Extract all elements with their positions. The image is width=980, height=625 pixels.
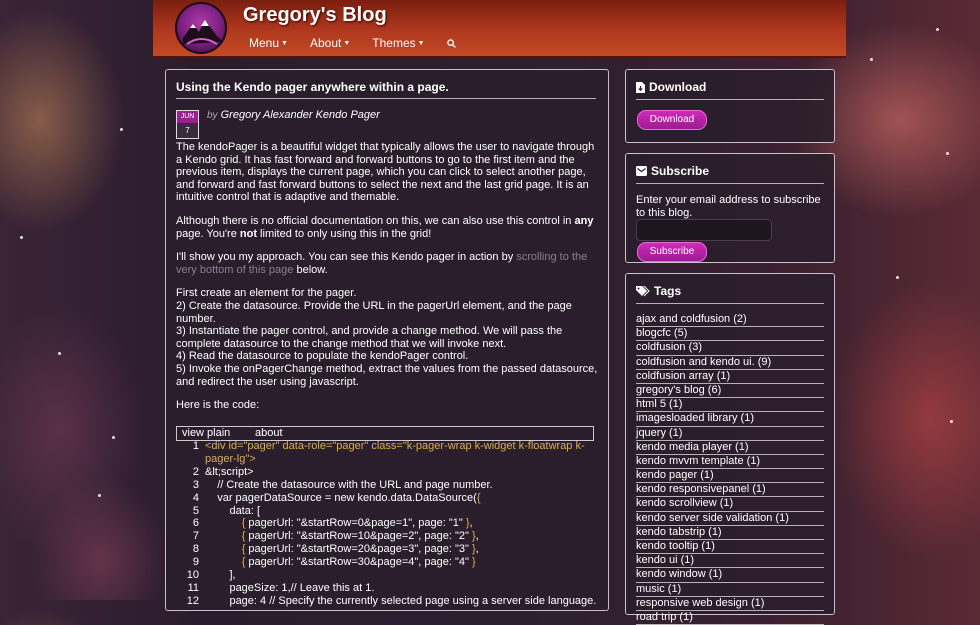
file-download-icon — [636, 81, 645, 93]
code-line: 3 // Create the datasource with the URL … — [192, 478, 493, 491]
nav-themes-label: Themes — [372, 36, 416, 50]
tags-icon — [636, 285, 650, 296]
download-panel: Download Download — [625, 69, 835, 143]
code-intro: Here is the code: — [176, 399, 260, 412]
caret-down-icon: ▼ — [281, 39, 288, 47]
nav-about[interactable]: About ▼ — [310, 36, 350, 50]
code-line: 9 { pagerUrl: "&startRow=30&page=4", pag… — [192, 556, 476, 569]
post-panel: Using the Kendo pager anywhere within a … — [165, 69, 609, 611]
tag-link[interactable]: kendo mvvm template (1) — [636, 455, 824, 470]
tag-link[interactable]: kendo ui (1) — [636, 554, 824, 569]
tag-link[interactable]: html 5 (1) — [636, 398, 824, 413]
download-button[interactable]: Download — [637, 110, 707, 130]
caret-down-icon: ▼ — [343, 39, 351, 47]
tag-link[interactable]: coldfusion array (1) — [636, 370, 824, 384]
tags-heading: Tags — [636, 284, 681, 298]
subscribe-button[interactable]: Subscribe — [637, 242, 707, 262]
search-icon — [446, 38, 456, 48]
post-date: JUN 7 — [176, 110, 199, 139]
paragraph-approach: I'll show you my approach. You can see t… — [176, 251, 588, 276]
code-line: 12 page: 4 // Specify the currently sele… — [186, 594, 597, 607]
blog-title[interactable]: Gregory's Blog — [243, 4, 387, 27]
tag-link[interactable]: responsive web design (1) — [636, 597, 824, 611]
subscribe-text: Enter your email address to subscribe to… — [636, 194, 821, 219]
step-3: 3) Instantiate the pager control, and pr… — [176, 325, 563, 350]
download-divider — [636, 99, 824, 100]
post-content: The kendoPager is a beautiful widget tha… — [176, 141, 598, 423]
tag-link[interactable]: road trip (1) — [636, 611, 824, 625]
post-title: Using the Kendo pager anywhere within a … — [176, 80, 449, 94]
blog-logo[interactable] — [175, 2, 227, 54]
tag-link[interactable]: kendo scrollview (1) — [636, 497, 824, 512]
download-heading: Download — [636, 80, 706, 94]
subscribe-divider — [636, 183, 824, 184]
nav-menu[interactable]: Menu ▼ — [249, 36, 288, 50]
tag-link[interactable]: kendo server side validation (1) — [636, 512, 824, 526]
post-byline: by Gregory Alexander Kendo Pager — [207, 109, 380, 121]
view-plain-link[interactable]: view plain — [182, 427, 230, 440]
main-nav: Menu ▼ About ▼ Themes ▼ — [249, 36, 456, 50]
tag-link[interactable]: coldfusion and kendo ui. (9) — [636, 356, 824, 370]
tag-link[interactable]: ajax and coldfusion (2) — [636, 313, 824, 328]
code-line: 6 { pagerUrl: "&startRow=0&page=1", page… — [192, 517, 473, 530]
tag-link[interactable]: music (1) — [636, 583, 824, 597]
post-date-day: 7 — [177, 123, 198, 138]
byline-prefix: by — [207, 110, 218, 121]
steps-list: First create an element for the pager. 2… — [176, 287, 598, 388]
code-line: 1 <div id="pager" data-role="pager" class… — [192, 440, 585, 465]
step-1: First create an element for the pager. — [176, 287, 357, 300]
tag-link[interactable]: kendo tooltip (1) — [636, 540, 824, 555]
tag-link[interactable]: imagesloaded library (1) — [636, 412, 824, 427]
tag-link[interactable]: coldfusion (3) — [636, 341, 824, 356]
step-5: 5) Invoke the onPagerChange method, extr… — [176, 362, 598, 388]
tags-panel: Tags ajax and coldfusion (2) blogcfc (5)… — [625, 273, 835, 625]
email-field[interactable] — [636, 219, 772, 241]
paragraph-intro: The kendoPager is a beautiful widget tha… — [176, 141, 595, 204]
post-date-month: JUN — [177, 111, 198, 123]
subscribe-heading: Subscribe — [636, 164, 709, 178]
tag-list: ajax and coldfusion (2) blogcfc (5) cold… — [636, 313, 824, 625]
code-line: 4 var pagerDataSource = new kendo.data.D… — [192, 491, 481, 504]
code-line: 7 { pagerUrl: "&startRow=10&page=2", pag… — [192, 530, 479, 543]
nav-about-label: About — [309, 36, 342, 50]
code-line: 8 { pagerUrl: "&startRow=20&page=3", pag… — [192, 543, 479, 556]
step-2: 2) Create the datasource. Provide the UR… — [176, 299, 572, 325]
code-line: 10 ], — [186, 569, 236, 582]
byline-author[interactable]: Gregory Alexander Kendo Pager — [221, 109, 380, 121]
envelope-icon — [636, 166, 647, 176]
title-divider — [176, 98, 596, 99]
tag-link[interactable]: gregory's blog (6) — [636, 384, 824, 399]
nav-menu-label: Menu — [249, 36, 280, 50]
tag-link[interactable]: kendo responsivepanel (1) — [636, 483, 824, 498]
code-line: 11 pageSize: 1,// Leave this at 1. — [187, 581, 375, 594]
tag-link[interactable]: jquery (1) — [636, 427, 824, 441]
code-about-link[interactable]: about — [255, 427, 283, 440]
code-line: 5 data: [ — [192, 504, 261, 517]
code-toolbar: view plain about — [176, 426, 594, 441]
step-4: 4) Read the datasource to populate the k… — [176, 350, 469, 363]
tag-link[interactable]: blogcfc (5) — [636, 327, 824, 342]
tag-link[interactable]: kendo media player (1) — [636, 441, 824, 455]
code-line: 2 &lt;script> — [192, 465, 254, 478]
tag-link[interactable]: kendo window (1) — [636, 568, 824, 583]
tags-divider — [636, 303, 824, 304]
tag-link[interactable]: kendo tabstrip (1) — [636, 526, 824, 540]
code-block: 1 <div id="pager" data-role="pager" class… — [176, 440, 597, 608]
nav-themes[interactable]: Themes ▼ — [372, 36, 424, 50]
tag-link[interactable]: kendo pager (1) — [636, 469, 824, 484]
subscribe-panel: Subscribe Enter your email address to su… — [625, 153, 835, 263]
nav-search[interactable] — [446, 36, 456, 50]
site-header: Gregory's Blog Menu ▼ About ▼ Themes ▼ — [153, 0, 846, 56]
caret-down-icon: ▼ — [417, 39, 425, 47]
paragraph-any-page: Although there is no official documentat… — [176, 214, 594, 240]
